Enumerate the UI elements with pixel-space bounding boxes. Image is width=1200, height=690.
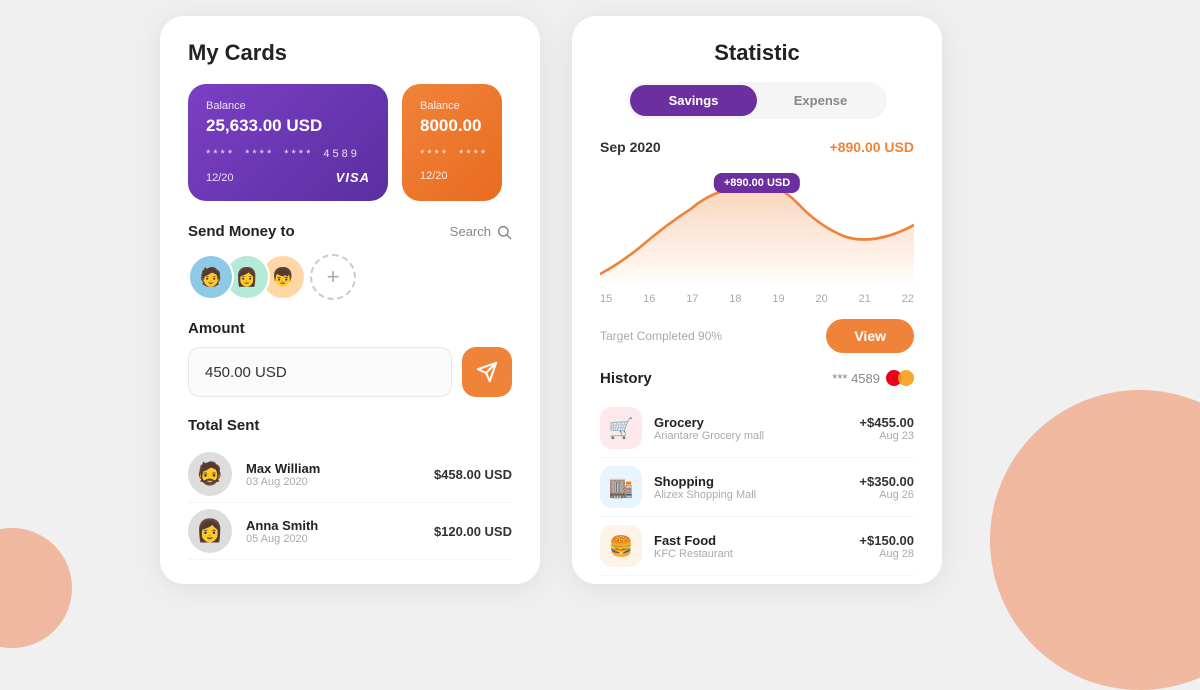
hist-sub-1: Alizex Shopping Mall <box>654 489 847 501</box>
hist-date-2: Aug 28 <box>859 548 914 560</box>
sent-avatar-2: 👩 <box>188 509 232 553</box>
amount-label: Amount <box>188 320 512 337</box>
send-icon <box>476 361 498 383</box>
card-orange[interactable]: Balance 8000.00 ******** 12/20 <box>402 84 502 201</box>
history-item-0[interactable]: 🛒 Grocery Ariantare Grocery mall +$455.0… <box>600 399 914 458</box>
cards-row: Balance 25,633.00 USD ************4589 1… <box>188 84 512 201</box>
card2-label: Balance <box>420 100 484 112</box>
mastercard-icon <box>886 369 914 387</box>
send-button[interactable] <box>462 347 512 397</box>
hist-right-1: +$350.00 Aug 26 <box>859 474 914 501</box>
hist-icon-food: 🍔 <box>600 525 642 567</box>
chart-month: Sep 2020 <box>600 139 661 155</box>
bg-decoration-left <box>0 528 72 648</box>
sent-name-1: Max William <box>246 461 420 476</box>
add-avatar-button[interactable]: + <box>310 254 356 300</box>
sent-row-1: 🧔 Max William 03 Aug 2020 $458.00 USD <box>188 446 512 503</box>
sent-name-2: Anna Smith <box>246 518 420 533</box>
tabs-row: Savings Expense <box>627 82 887 119</box>
send-money-header: Send Money to Search <box>188 223 512 240</box>
chart-label-22: 22 <box>902 293 914 305</box>
hist-date-1: Aug 26 <box>859 489 914 501</box>
card2-balance: 8000.00 <box>420 116 484 136</box>
hist-right-0: +$455.00 Aug 23 <box>859 415 914 442</box>
card1-dots: ************4589 <box>206 148 370 160</box>
hist-name-1: Shopping <box>654 474 847 489</box>
card2-expiry: 12/20 <box>420 170 448 182</box>
search-icon <box>496 224 512 240</box>
history-title: History <box>600 370 652 387</box>
card2-bottom: 12/20 <box>420 170 484 182</box>
card1-label: Balance <box>206 100 370 112</box>
chart-area: +890.00 USD <box>600 165 914 285</box>
target-row: Target Completed 90% View <box>600 319 914 353</box>
sent-amount-1: $458.00 USD <box>434 467 512 482</box>
total-sent-title: Total Sent <box>188 417 512 434</box>
page-title: My Cards <box>188 40 512 66</box>
card2-dots: ******** <box>420 148 484 160</box>
sent-info-1: Max William 03 Aug 2020 <box>246 461 420 488</box>
chart-label-19: 19 <box>772 293 784 305</box>
right-panel: Statistic Savings Expense Sep 2020 +890.… <box>572 16 942 584</box>
chart-label-15: 15 <box>600 293 612 305</box>
search-link[interactable]: Search <box>450 224 512 240</box>
chart-value: +890.00 USD <box>830 139 914 155</box>
history-card-info: *** 4589 <box>832 369 914 387</box>
hist-icon-grocery: 🛒 <box>600 407 642 449</box>
card-purple[interactable]: Balance 25,633.00 USD ************4589 1… <box>188 84 388 201</box>
chart-label-16: 16 <box>643 293 655 305</box>
left-panel: My Cards Balance 25,633.00 USD *********… <box>160 16 540 584</box>
statistic-title: Statistic <box>600 40 914 66</box>
avatars-row: 🧑 👩 👦 + <box>188 254 512 300</box>
hist-sub-2: KFC Restaurant <box>654 548 847 560</box>
history-header: History *** 4589 <box>600 369 914 387</box>
avatar-1[interactable]: 🧑 <box>188 254 234 300</box>
chart-labels: 15 16 17 18 19 20 21 22 <box>600 293 914 305</box>
history-card-number: *** 4589 <box>832 371 880 386</box>
hist-info-1: Shopping Alizex Shopping Mall <box>654 474 847 501</box>
chart-label-18: 18 <box>729 293 741 305</box>
chart-label-20: 20 <box>815 293 827 305</box>
hist-name-2: Fast Food <box>654 533 847 548</box>
tab-savings[interactable]: Savings <box>630 85 757 116</box>
hist-amount-1: +$350.00 <box>859 474 914 489</box>
amount-row <box>188 347 512 397</box>
hist-right-2: +$150.00 Aug 28 <box>859 533 914 560</box>
bg-decoration-right <box>990 390 1200 690</box>
hist-info-0: Grocery Ariantare Grocery mall <box>654 415 847 442</box>
card1-expiry: 12/20 <box>206 172 234 184</box>
view-button[interactable]: View <box>826 319 914 353</box>
sent-info-2: Anna Smith 05 Aug 2020 <box>246 518 420 545</box>
search-label: Search <box>450 224 491 239</box>
tab-expense[interactable]: Expense <box>757 85 884 116</box>
amount-input[interactable] <box>188 347 452 397</box>
hist-icon-shopping: 🏬 <box>600 466 642 508</box>
hist-amount-2: +$150.00 <box>859 533 914 548</box>
hist-date-0: Aug 23 <box>859 430 914 442</box>
send-money-title: Send Money to <box>188 223 295 240</box>
card1-balance: 25,633.00 USD <box>206 116 370 136</box>
sent-avatar-1: 🧔 <box>188 452 232 496</box>
chart-tooltip: +890.00 USD <box>714 173 800 193</box>
hist-sub-0: Ariantare Grocery mall <box>654 430 847 442</box>
card1-bottom: 12/20 VISA <box>206 170 370 185</box>
hist-info-2: Fast Food KFC Restaurant <box>654 533 847 560</box>
history-item-1[interactable]: 🏬 Shopping Alizex Shopping Mall +$350.00… <box>600 458 914 517</box>
sent-amount-2: $120.00 USD <box>434 524 512 539</box>
hist-amount-0: +$455.00 <box>859 415 914 430</box>
history-item-2[interactable]: 🍔 Fast Food KFC Restaurant +$150.00 Aug … <box>600 517 914 576</box>
chart-label-17: 17 <box>686 293 698 305</box>
sent-date-2: 05 Aug 2020 <box>246 533 420 545</box>
sent-row-2: 👩 Anna Smith 05 Aug 2020 $120.00 USD <box>188 503 512 560</box>
sent-date-1: 03 Aug 2020 <box>246 476 420 488</box>
target-text: Target Completed 90% <box>600 329 722 343</box>
chart-header: Sep 2020 +890.00 USD <box>600 139 914 155</box>
chart-label-21: 21 <box>859 293 871 305</box>
card1-brand: VISA <box>336 170 370 185</box>
hist-name-0: Grocery <box>654 415 847 430</box>
